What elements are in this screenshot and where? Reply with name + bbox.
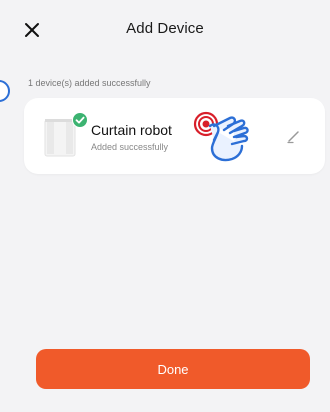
- device-name: Curtain robot: [91, 122, 172, 138]
- success-check-icon: [72, 112, 88, 128]
- page-title: Add Device: [126, 20, 204, 37]
- edit-pencil-icon[interactable]: [286, 128, 302, 144]
- floating-indicator: [0, 80, 10, 102]
- device-status: Added successfully: [91, 142, 169, 152]
- tap-hand-icon: [193, 111, 249, 162]
- device-card[interactable]: Curtain robot Added successfully: [24, 98, 325, 174]
- curtain-robot-image: [44, 119, 76, 157]
- header: Add Device: [0, 0, 330, 58]
- done-button[interactable]: Done: [36, 349, 310, 389]
- status-text: 1 device(s) added successfully: [28, 78, 151, 88]
